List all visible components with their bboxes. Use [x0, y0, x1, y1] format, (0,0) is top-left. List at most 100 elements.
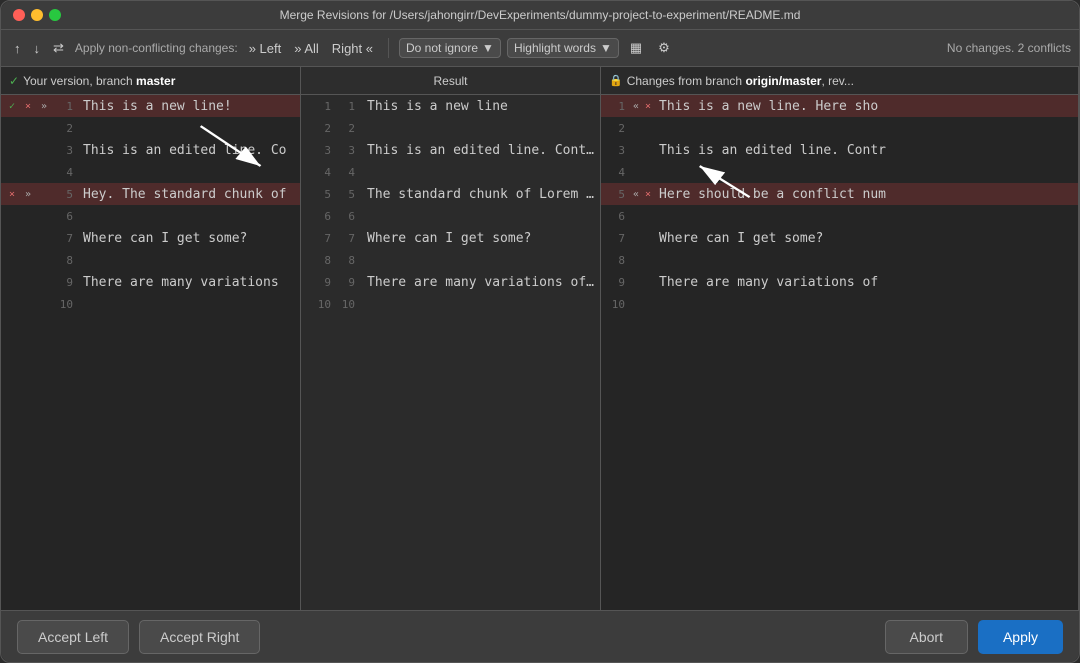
left-linenum-8: 8: [53, 254, 77, 267]
next-conflict-button[interactable]: ↓: [29, 39, 46, 58]
grid-view-button[interactable]: ▦: [625, 38, 647, 58]
apply-group: » Left » All Right «: [244, 39, 378, 58]
back-icon-r5[interactable]: «: [631, 189, 641, 200]
left-linenum-4: 4: [53, 166, 77, 179]
window-title: Merge Revisions for /Users/jahongirr/Dev…: [280, 8, 801, 22]
apply-right-button[interactable]: Right «: [327, 39, 378, 58]
right-line-8: 8: [601, 249, 1078, 271]
mid-line-1: 1 1 This is a new line: [301, 95, 600, 117]
mid-rightnum-3: 3: [335, 144, 355, 157]
right-linenum-7: 7: [605, 232, 629, 245]
mid-rightnum-1: 1: [335, 100, 355, 113]
mid-line-2: 2 2: [301, 117, 600, 139]
middle-column-header: Result: [301, 67, 601, 94]
right-line-5: 5 « × Here should be a conflict num: [601, 183, 1078, 205]
minimize-button[interactable]: [31, 9, 43, 21]
mid-line-4: 4 4: [301, 161, 600, 183]
mid-line-7: 7 7 Where can I get some?: [301, 227, 600, 249]
right-linecontent-7: Where can I get some?: [653, 231, 1078, 246]
accept-right-button[interactable]: Accept Right: [139, 620, 260, 654]
right-line-10: 10: [601, 293, 1078, 315]
right-gutter-3: 3: [601, 144, 653, 157]
right-linenum-3: 3: [605, 144, 629, 157]
left-line-9: 9 There are many variations: [1, 271, 300, 293]
left-column-header: ✓ Your version, branch master: [1, 67, 301, 94]
mid-nums-6: 6 6: [301, 210, 361, 223]
mid-rightnum-5: 5: [335, 188, 355, 201]
left-line-3: 3 This is an edited line. Co: [1, 139, 300, 161]
left-linecontent-5: Hey. The standard chunk of: [77, 187, 300, 202]
right-gutter-6: 6: [601, 210, 653, 223]
reject-icon-l5[interactable]: ×: [5, 189, 19, 200]
right-linenum-4: 4: [605, 166, 629, 179]
mid-rightnum-9: 9: [335, 276, 355, 289]
mid-line-5: 5 5 The standard chunk of Lorem Ip: [301, 183, 600, 205]
accept-left-button[interactable]: Accept Left: [17, 620, 129, 654]
right-linecontent-5: Here should be a conflict num: [653, 187, 1078, 202]
accept-icon-l1[interactable]: ✓: [5, 101, 19, 112]
reject-icon-r5[interactable]: ×: [643, 189, 653, 200]
apply-left-button[interactable]: » Left: [244, 39, 287, 58]
left-linenum-2: 2: [53, 122, 77, 135]
mid-content-1: This is a new line: [361, 99, 600, 114]
apply-all-button[interactable]: » All: [289, 39, 324, 58]
mid-leftnum-3: 3: [311, 144, 331, 157]
close-button[interactable]: [13, 9, 25, 21]
mid-nums-1: 1 1: [301, 100, 361, 113]
merge-icon-button[interactable]: ⇄: [48, 38, 69, 58]
right-linenum-6: 6: [605, 210, 629, 223]
forward-icon-l1[interactable]: »: [37, 101, 51, 112]
left-linenum-7: 7: [53, 232, 77, 245]
title-bar: Merge Revisions for /Users/jahongirr/Dev…: [1, 1, 1079, 29]
right-gutter-8: 8: [601, 254, 653, 267]
left-linenum-3: 3: [53, 144, 77, 157]
maximize-button[interactable]: [49, 9, 61, 21]
apply-label: Apply non-conflicting changes:: [75, 41, 238, 55]
right-line-9: 9 There are many variations of: [601, 271, 1078, 293]
ignore-dropdown[interactable]: Do not ignore ▼: [399, 38, 501, 58]
abort-button[interactable]: Abort: [885, 620, 968, 654]
mid-nums-7: 7 7: [301, 232, 361, 245]
mid-leftnum-7: 7: [311, 232, 331, 245]
reject-icon-l1[interactable]: ×: [21, 101, 35, 112]
right-line-6: 6: [601, 205, 1078, 227]
right-header-text: Changes from branch origin/master, rev..…: [627, 74, 854, 88]
right-linenum-9: 9: [605, 276, 629, 289]
left-gutter-1: ✓ × »: [1, 101, 53, 112]
mid-line-3: 3 3 This is an edited line. Contra: [301, 139, 600, 161]
apply-button[interactable]: Apply: [978, 620, 1063, 654]
mid-line-9: 9 9 There are many variations of p: [301, 271, 600, 293]
mid-leftnum-2: 2: [311, 122, 331, 135]
left-gutter-5: × »: [1, 189, 53, 200]
mid-nums-9: 9 9: [301, 276, 361, 289]
right-gutter-5: 5 « ×: [601, 188, 653, 201]
right-gutter-4: 4: [601, 166, 653, 179]
settings-button[interactable]: ⚙: [653, 38, 675, 58]
mid-leftnum-6: 6: [311, 210, 331, 223]
mid-rightnum-8: 8: [335, 254, 355, 267]
back-icon-r1[interactable]: «: [631, 101, 641, 112]
left-linecontent-1: This is a new line!: [77, 99, 300, 114]
left-line-6: 6: [1, 205, 300, 227]
reject-icon-r1[interactable]: ×: [643, 101, 653, 112]
right-linenum-1: 1: [605, 100, 629, 113]
right-gutter-7: 7: [601, 232, 653, 245]
prev-conflict-button[interactable]: ↑: [9, 39, 26, 58]
mid-leftnum-10: 10: [311, 298, 331, 311]
mid-content-5: The standard chunk of Lorem Ip: [361, 187, 600, 202]
mid-rightnum-4: 4: [335, 166, 355, 179]
right-linecontent-9: There are many variations of: [653, 275, 1078, 290]
forward-icon-l5[interactable]: »: [21, 189, 35, 200]
toolbar: ↑ ↓ ⇄ Apply non-conflicting changes: » L…: [1, 29, 1079, 67]
mid-nums-5: 5 5: [301, 188, 361, 201]
right-gutter-9: 9: [601, 276, 653, 289]
column-headers: ✓ Your version, branch master Result 🔒 C…: [1, 67, 1079, 95]
right-linecontent-3: This is an edited line. Contr: [653, 143, 1078, 158]
status-area: No changes. 2 conflicts: [947, 41, 1071, 55]
left-linenum-9: 9: [53, 276, 77, 289]
left-line-10: 10: [1, 293, 300, 315]
highlight-dropdown[interactable]: Highlight words ▼: [507, 38, 619, 58]
mid-nums-2: 2 2: [301, 122, 361, 135]
left-linenum-1: 1: [53, 100, 77, 113]
right-linenum-2: 2: [605, 122, 629, 135]
